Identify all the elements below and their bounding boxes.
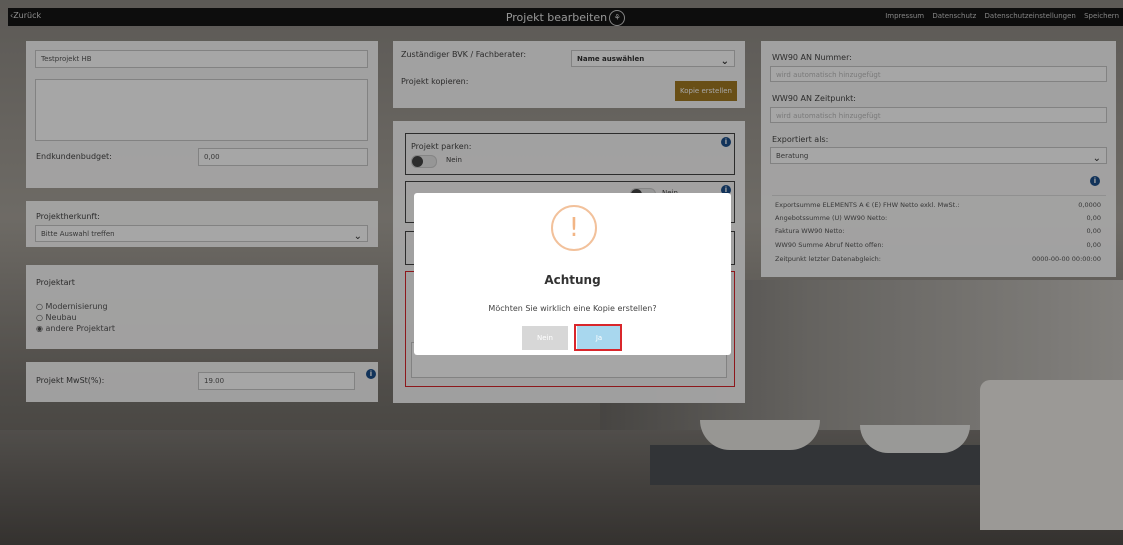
yes-button-highlight	[574, 324, 622, 351]
dialog-title: Achtung	[544, 273, 601, 287]
dialog-message: Möchten Sie wirklich eine Kopie erstelle…	[488, 304, 657, 313]
warning-icon: !	[551, 205, 597, 251]
no-button[interactable]: Nein	[522, 326, 568, 350]
confirm-dialog: ! Achtung Möchten Sie wirklich eine Kopi…	[414, 193, 731, 355]
